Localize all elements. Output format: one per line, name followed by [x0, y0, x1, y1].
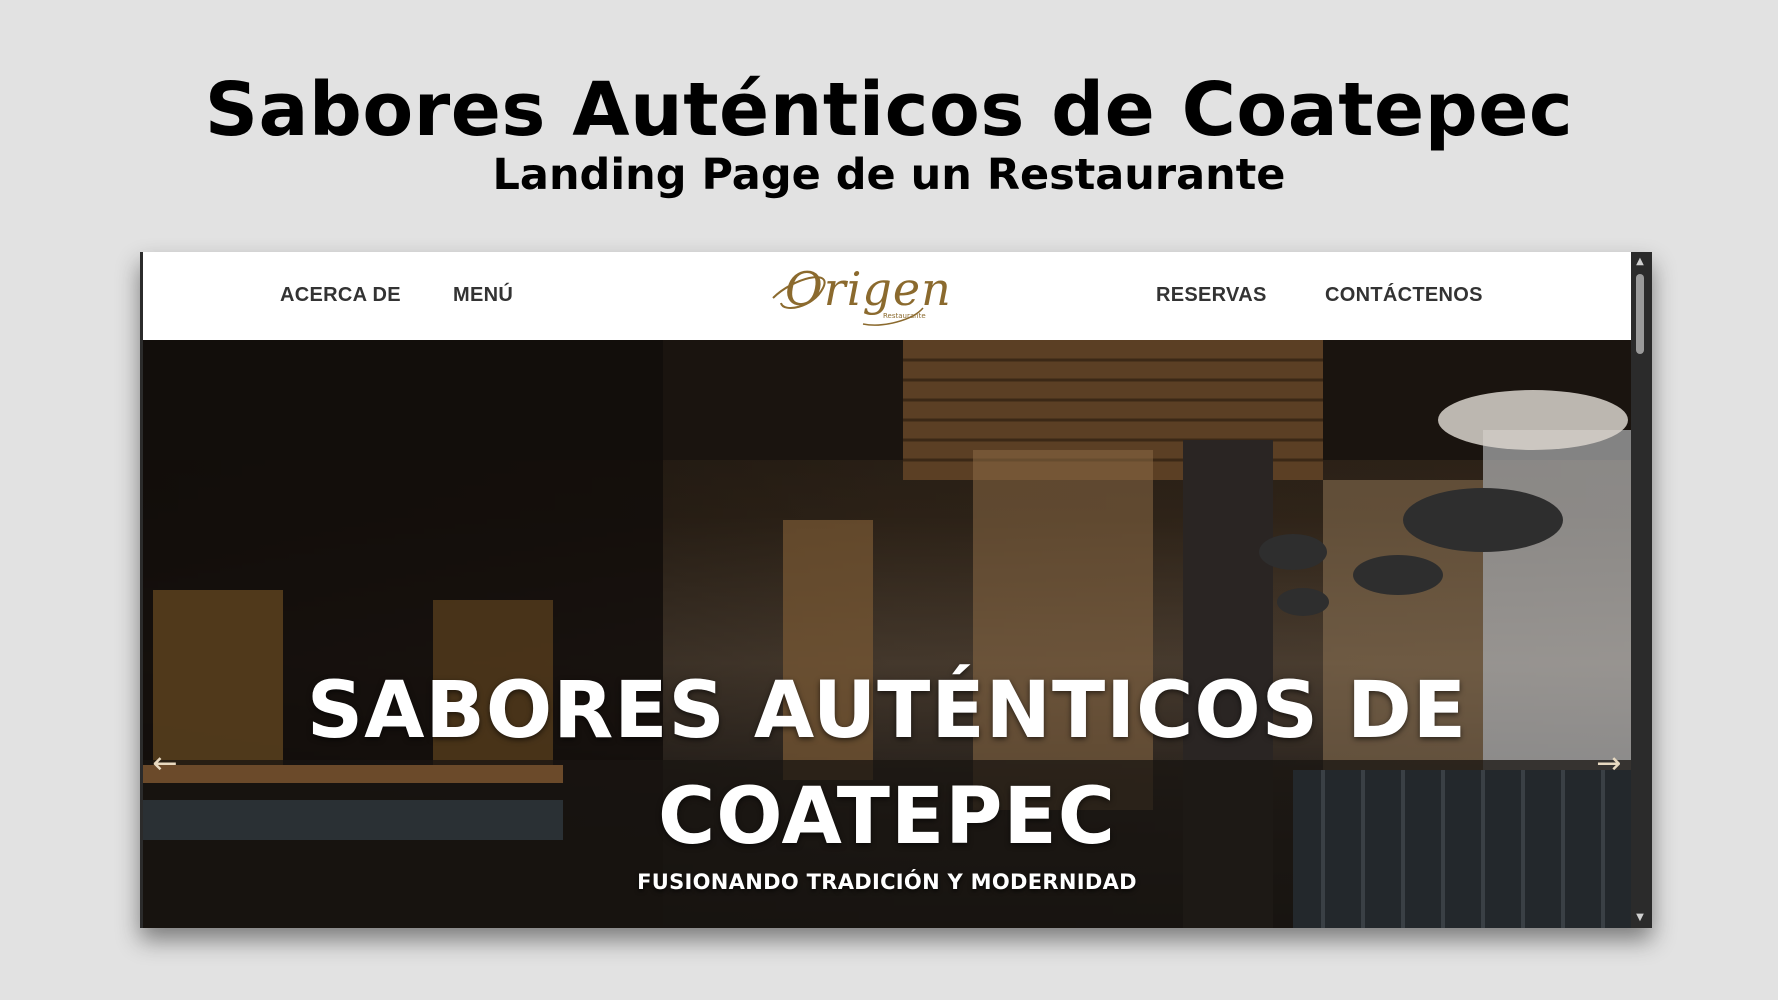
logo-subtitle: Restaurante: [883, 312, 926, 320]
hero-tagline: FUSIONANDO TRADICIÓN Y MODERNIDAD: [637, 870, 1137, 894]
logo-wordmark: Origen: [785, 262, 952, 316]
arrow-left-icon[interactable]: ←: [145, 744, 185, 784]
hero-title-line-1: SABORES AUTÉNTICOS DE: [306, 666, 1468, 756]
nav-link-reservas[interactable]: RESERVAS: [1156, 284, 1267, 307]
hero-title: SABORES AUTÉNTICOS DE COATEPEC: [143, 658, 1631, 870]
nav-link-menu[interactable]: MENÚ: [453, 284, 513, 307]
hero-title-line-2: COATEPEC: [658, 772, 1116, 862]
scroll-thumb[interactable]: [1636, 274, 1644, 354]
navbar: ACERCA DE MENÚ Origen Restaurante RESERV…: [143, 252, 1631, 340]
scrollbar[interactable]: ▲ ▼: [1631, 252, 1649, 928]
browser-window: ACERCA DE MENÚ Origen Restaurante RESERV…: [140, 252, 1652, 928]
scroll-down-icon[interactable]: ▼: [1631, 910, 1649, 926]
page-viewport: ACERCA DE MENÚ Origen Restaurante RESERV…: [143, 252, 1631, 928]
page-title: Sabores Auténticos de Coatepec: [204, 67, 1574, 153]
nav-link-contactenos[interactable]: CONTÁCTENOS: [1325, 284, 1483, 307]
nav-link-acerca-de[interactable]: ACERCA DE: [280, 284, 401, 307]
hero-slide: SABORES AUTÉNTICOS DE COATEPEC FUSIONAND…: [143, 340, 1631, 928]
scroll-up-icon[interactable]: ▲: [1631, 254, 1649, 270]
page-subtitle: Landing Page de un Restaurante: [492, 150, 1286, 200]
logo[interactable]: Origen Restaurante: [763, 258, 951, 334]
arrow-right-icon[interactable]: →: [1589, 744, 1629, 784]
